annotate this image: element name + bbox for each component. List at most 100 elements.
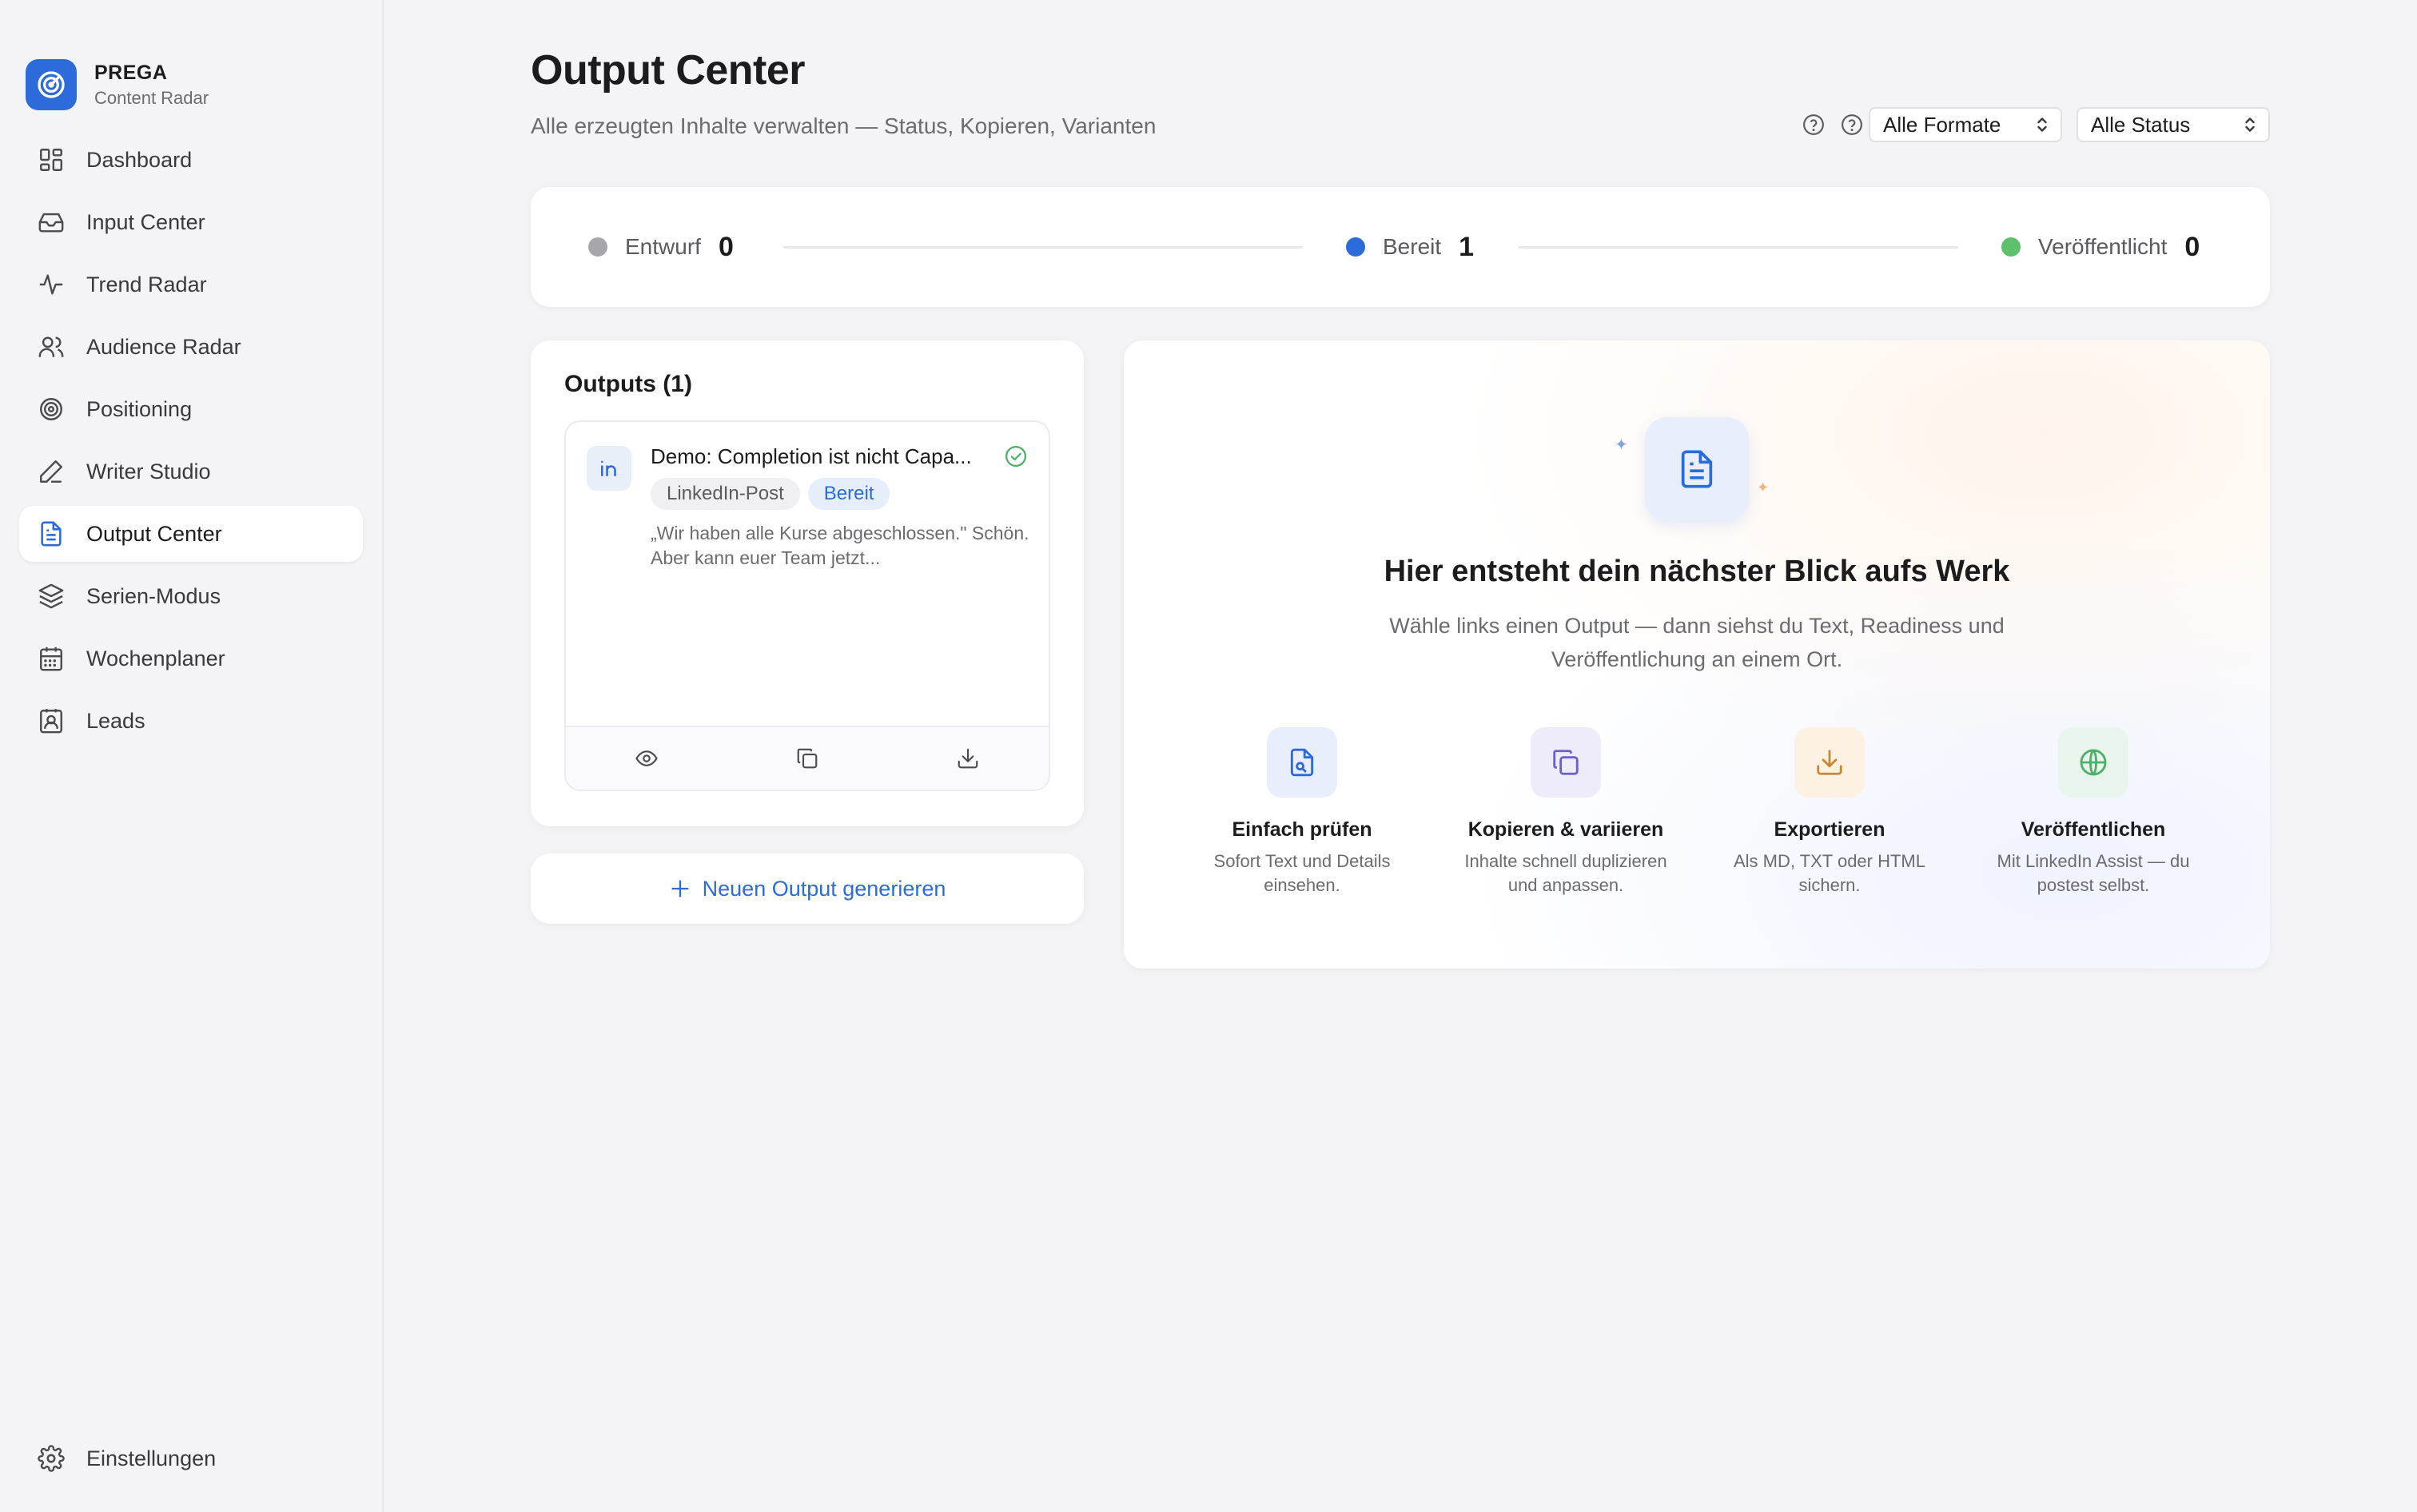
copy-icon [1531, 727, 1601, 798]
format-filter-value: Alle Formate [1883, 112, 2001, 137]
help-icon[interactable] [1802, 113, 1826, 137]
sidebar-item-serien-modus[interactable]: Serien-Modus [19, 568, 363, 624]
target-icon [37, 395, 66, 424]
sidebar-item-dashboard[interactable]: Dashboard [19, 132, 363, 188]
status-filter-select[interactable]: Alle Status [2077, 107, 2270, 142]
status-dot [1346, 237, 1365, 257]
feature-description: Sofort Text und Details einsehen. [1213, 851, 1391, 895]
sidebar-item-positioning[interactable]: Positioning [19, 381, 363, 437]
dashboard-icon [37, 145, 66, 174]
feature-item: Einfach prüfen Sofort Text und Details e… [1170, 727, 1434, 897]
status-dot [588, 237, 607, 257]
file-search-icon [1267, 727, 1337, 798]
gear-icon [37, 1444, 66, 1473]
status-published[interactable]: Veröffentlicht 0 [2001, 187, 2200, 307]
brand-subtitle: Content Radar [94, 87, 209, 108]
status-count: 0 [718, 231, 734, 262]
chevron-up-down-icon [2035, 115, 2049, 134]
contact-icon [37, 706, 66, 735]
format-badge: LinkedIn-Post [651, 478, 800, 510]
sidebar-item-trend-radar[interactable]: Trend Radar [19, 257, 363, 312]
status-ready[interactable]: Bereit 1 [1346, 187, 1474, 307]
brand[interactable]: PREGA Content Radar [26, 59, 209, 110]
status-label: Entwurf [625, 234, 701, 259]
check-circle-icon [1004, 444, 1028, 468]
activity-icon [37, 270, 66, 299]
sidebar-item-wochenplaner[interactable]: Wochenplaner [19, 631, 363, 686]
feature-title: Veröffentlichen [2021, 818, 2166, 841]
users-icon [37, 332, 66, 361]
inbox-icon [37, 208, 66, 237]
sidebar-item-label: Wochenplaner [86, 646, 225, 670]
detail-empty-state: ✦ ✦ Hier entsteht dein nächster Blick au… [1124, 340, 2270, 969]
download-icon [956, 746, 980, 770]
help-icon[interactable] [1840, 113, 1864, 137]
sparkle-icon: ✦ [1615, 436, 1628, 454]
sidebar-item-label: Trend Radar [86, 272, 207, 296]
filter-toolbar: Alle Formate Alle Status [1802, 107, 2270, 142]
sidebar-item-label: Input Center [86, 209, 205, 234]
file-text-icon [37, 519, 66, 548]
sidebar-item-audience-radar[interactable]: Audience Radar [19, 319, 363, 375]
output-title: Demo: Completion ist nicht Capa... [651, 444, 972, 468]
sidebar: PREGA Content Radar Dashboard Input Cent… [0, 0, 384, 1512]
feature-item: Exportieren Als MD, TXT oder HTML sicher… [1698, 727, 1961, 897]
status-filter-value: Alle Status [2091, 112, 2191, 137]
output-actions [566, 726, 1049, 790]
sidebar-item-label: Einstellungen [86, 1446, 217, 1470]
chevron-up-down-icon [2243, 115, 2257, 134]
feature-description: Inhalte schnell duplizieren und anpassen… [1464, 851, 1667, 895]
feature-item: Kopieren & variieren Inhalte schnell dup… [1434, 727, 1698, 897]
layers-icon [37, 582, 66, 611]
radar-logo-icon [26, 59, 77, 110]
status-count: 0 [2184, 231, 2200, 262]
status-draft[interactable]: Entwurf 0 [588, 187, 734, 307]
sidebar-item-writer-studio[interactable]: Writer Studio [19, 444, 363, 499]
feature-item: Veröffentlichen Mit LinkedIn Assist — du… [1961, 727, 2225, 897]
format-filter-select[interactable]: Alle Formate [1869, 107, 2062, 142]
copy-button[interactable] [727, 727, 887, 790]
sidebar-item-label: Audience Radar [86, 334, 241, 359]
sidebar-item-label: Dashboard [86, 147, 193, 172]
copy-icon [795, 746, 819, 770]
sidebar-item-input-center[interactable]: Input Center [19, 194, 363, 250]
status-divider [783, 246, 1303, 249]
status-badge: Bereit [807, 478, 890, 510]
sidebar-item-output-center[interactable]: Output Center [19, 506, 363, 562]
sidebar-item-leads[interactable]: Leads [19, 693, 363, 749]
page-subtitle: Alle erzeugten Inhalte verwalten — Statu… [531, 113, 1157, 138]
brand-name: PREGA [94, 61, 168, 84]
pen-icon [37, 457, 66, 486]
sidebar-item-settings[interactable]: Einstellungen [19, 1430, 363, 1486]
feature-title: Kopieren & variieren [1467, 818, 1664, 841]
feature-description: Mit LinkedIn Assist — du postest selbst. [1997, 851, 2190, 895]
sidebar-item-label: Output Center [86, 521, 222, 546]
new-output-button[interactable]: Neuen Output generieren [531, 853, 1084, 924]
feature-title: Exportieren [1774, 818, 1885, 841]
status-summary: Entwurf 0 Bereit 1 Veröffentlicht 0 [531, 187, 2270, 307]
output-tags: LinkedIn-Post Bereit [651, 478, 898, 510]
preview-button[interactable] [566, 727, 727, 790]
download-button[interactable] [888, 727, 1049, 790]
outputs-panel: Outputs (1) Demo: Completion ist nicht C… [531, 340, 1084, 826]
status-label: Bereit [1383, 234, 1442, 259]
new-output-label: Neuen Output generieren [702, 876, 946, 901]
output-list-item[interactable]: Demo: Completion ist nicht Capa... Linke… [564, 420, 1050, 791]
sparkle-icon: ✦ [1757, 479, 1770, 495]
feature-title: Einfach prüfen [1232, 818, 1372, 841]
linkedin-icon [587, 446, 631, 491]
sidebar-item-label: Writer Studio [86, 459, 211, 483]
sidebar-item-label: Positioning [86, 396, 193, 421]
plus-icon [669, 877, 691, 900]
settings-section: Einstellungen [19, 1430, 363, 1493]
calendar-icon [37, 644, 66, 673]
status-dot [2001, 237, 2021, 257]
status-divider [1519, 246, 1958, 249]
feature-list: Einfach prüfen Sofort Text und Details e… [1170, 727, 2225, 897]
feature-description: Als MD, TXT oder HTML sichern. [1733, 851, 1925, 895]
empty-state-description: Wähle links einen Output — dann siehst d… [1389, 614, 2005, 671]
sidebar-nav: Dashboard Input Center Trend Radar Audie… [19, 132, 363, 755]
sidebar-item-label: Leads [86, 708, 145, 733]
sidebar-item-label: Serien-Modus [86, 583, 221, 608]
outputs-title: Outputs (1) [564, 371, 692, 397]
